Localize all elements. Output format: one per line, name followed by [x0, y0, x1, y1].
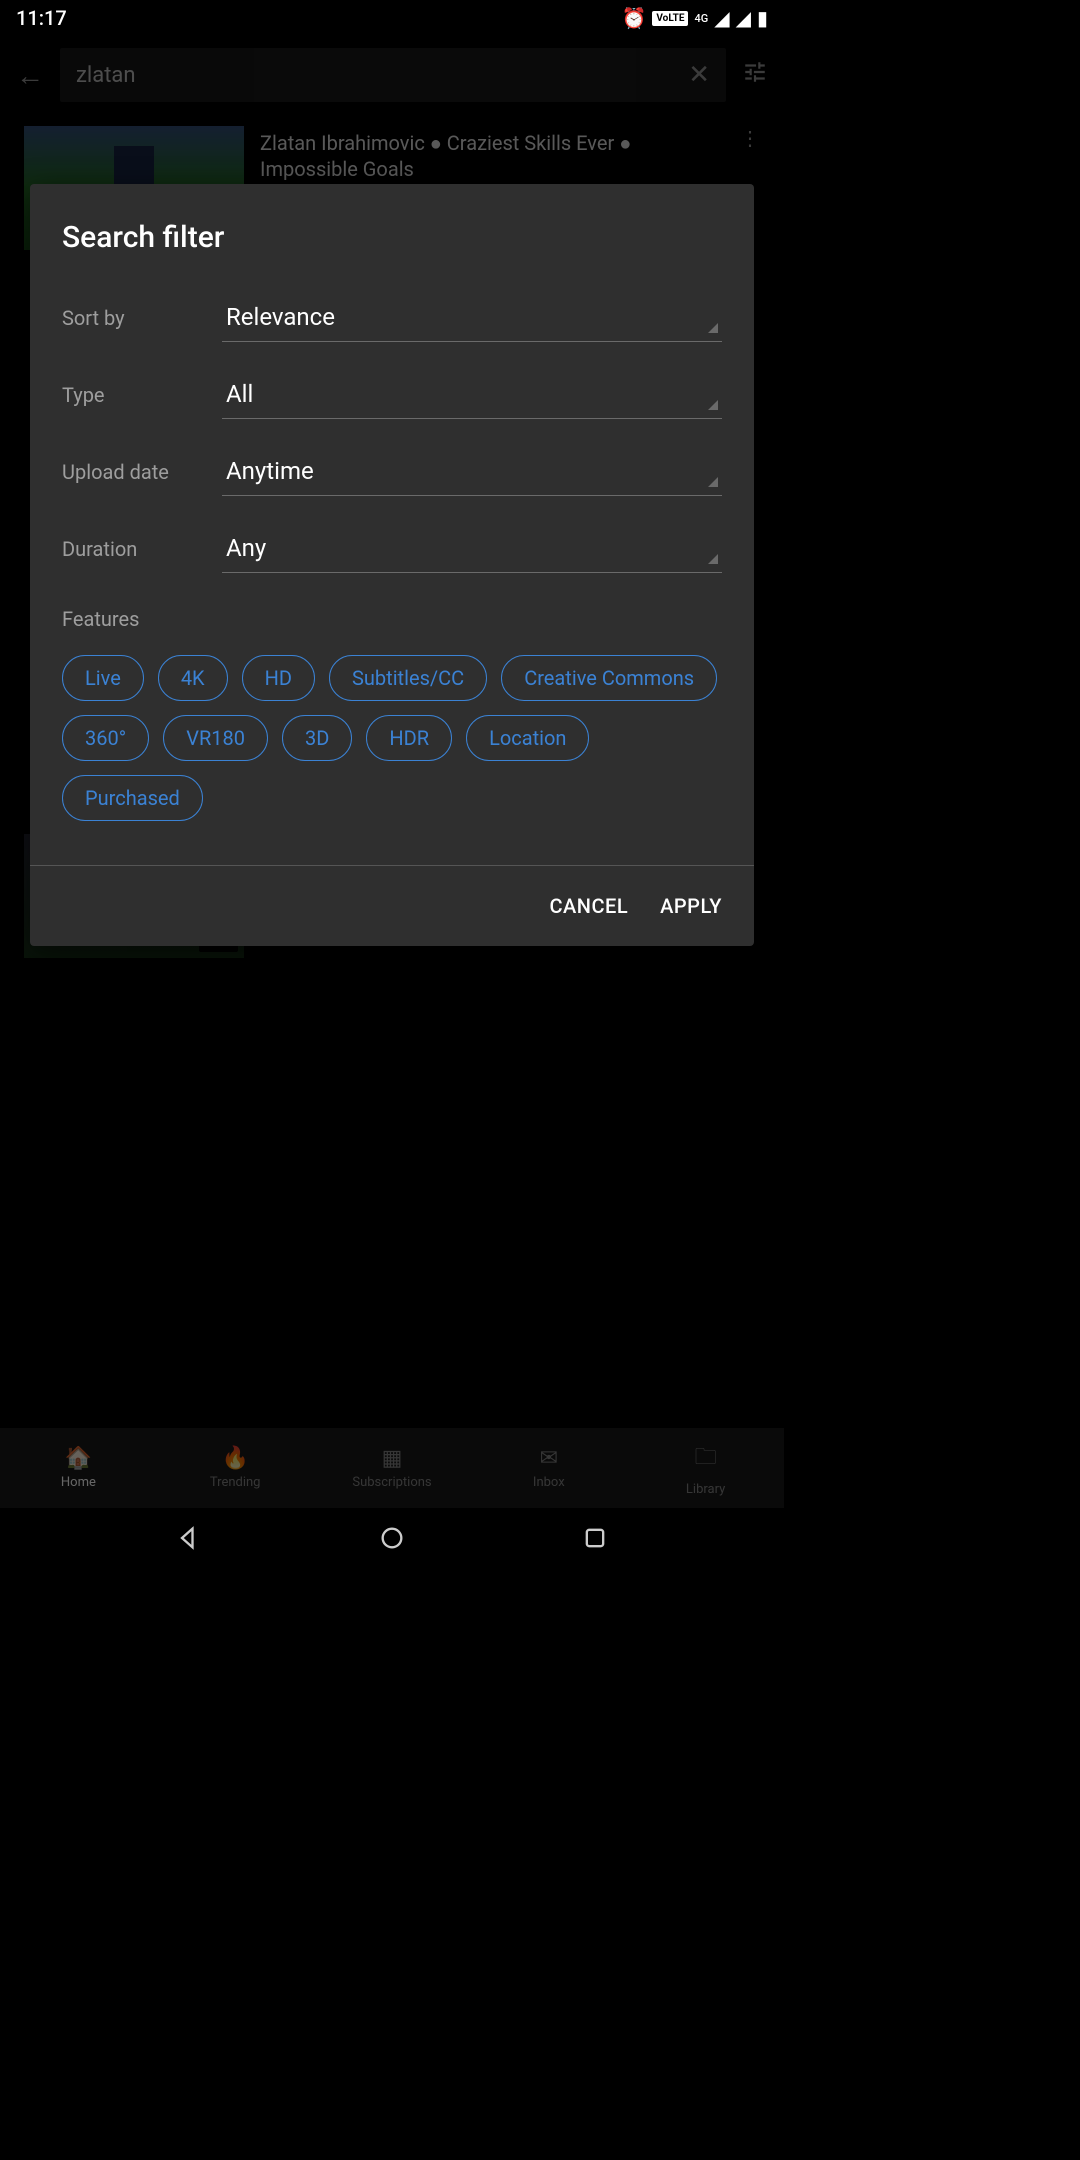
duration-dropdown[interactable]: Any [222, 524, 722, 573]
type-dropdown[interactable]: All [222, 370, 722, 419]
clock-time: 11:17 [16, 6, 67, 30]
filter-tune-icon[interactable] [742, 59, 768, 91]
alarm-icon: ⏰ [621, 6, 646, 30]
subscriptions-icon: ▦ [382, 1446, 403, 1471]
upload-value: Anytime [226, 457, 314, 485]
filter-row-upload: Upload date Anytime [30, 433, 754, 510]
chip-hdr[interactable]: HDR [366, 715, 452, 761]
status-icons: ⏰ VoLTE 4G ◢ ◢ ▮ [621, 6, 768, 30]
back-icon[interactable]: ← [16, 59, 44, 92]
trending-icon: 🔥 [221, 1446, 248, 1471]
video-title: Zlatan Ibrahimovic ● Craziest Skills Eve… [260, 130, 724, 182]
sort-value: Relevance [226, 303, 335, 331]
nav-home[interactable]: 🏠 Home [0, 1428, 157, 1508]
signal-icon: ◢ [714, 6, 729, 30]
nav-trending[interactable]: 🔥 Trending [157, 1428, 314, 1508]
chip-360[interactable]: 360° [62, 715, 149, 761]
sys-recent-icon[interactable] [581, 1524, 609, 1552]
sort-label: Sort by [62, 306, 222, 330]
duration-value: Any [226, 534, 266, 562]
sys-home-icon[interactable] [378, 1524, 406, 1552]
search-filter-dialog: Search filter Sort by Relevance Type All… [30, 184, 754, 946]
chip-creative-commons[interactable]: Creative Commons [501, 655, 717, 701]
dialog-title: Search filter [30, 220, 754, 279]
filter-row-type: Type All [30, 356, 754, 433]
type-label: Type [62, 383, 222, 407]
home-icon: 🏠 [65, 1446, 92, 1471]
signal-icon-2: ◢ [736, 6, 751, 30]
features-section: Features Live 4K HD Subtitles/CC Creativ… [30, 587, 754, 845]
chip-3d[interactable]: 3D [282, 715, 352, 761]
chip-vr180[interactable]: VR180 [163, 715, 268, 761]
clear-icon[interactable]: ✕ [688, 60, 710, 90]
network-label: 4G [694, 12, 708, 25]
features-label: Features [62, 607, 722, 631]
sort-dropdown[interactable]: Relevance [222, 293, 722, 342]
dialog-actions: CANCEL APPLY [30, 866, 754, 946]
chip-4k[interactable]: 4K [158, 655, 228, 701]
type-value: All [226, 380, 253, 408]
nav-subscriptions[interactable]: ▦ Subscriptions [314, 1428, 471, 1508]
chip-purchased[interactable]: Purchased [62, 775, 203, 821]
filter-row-sort: Sort by Relevance [30, 279, 754, 356]
volte-badge: VoLTE [652, 11, 688, 26]
sys-back-icon[interactable] [175, 1524, 203, 1552]
upload-label: Upload date [62, 460, 222, 484]
apply-button[interactable]: APPLY [660, 894, 722, 918]
search-query: zlatan [76, 63, 136, 88]
filter-row-duration: Duration Any [30, 510, 754, 587]
feature-chips: Live 4K HD Subtitles/CC Creative Commons… [62, 655, 722, 821]
bottom-navigation: 🏠 Home 🔥 Trending ▦ Subscriptions ✉ Inbo… [0, 1428, 784, 1508]
status-bar: 11:17 ⏰ VoLTE 4G ◢ ◢ ▮ [0, 0, 784, 36]
chip-location[interactable]: Location [466, 715, 589, 761]
chevron-down-icon [708, 554, 718, 564]
system-navigation [0, 1508, 784, 1568]
chevron-down-icon [708, 323, 718, 333]
duration-label: Duration [62, 537, 222, 561]
chip-hd[interactable]: HD [242, 655, 315, 701]
search-header: ← zlatan ✕ [0, 36, 784, 114]
chip-subtitles[interactable]: Subtitles/CC [329, 655, 487, 701]
chevron-down-icon [708, 400, 718, 410]
chip-live[interactable]: Live [62, 655, 144, 701]
battery-icon: ▮ [757, 6, 768, 30]
upload-dropdown[interactable]: Anytime [222, 447, 722, 496]
nav-inbox[interactable]: ✉ Inbox [470, 1428, 627, 1508]
cancel-button[interactable]: CANCEL [549, 894, 628, 918]
inbox-icon: ✉ [540, 1446, 558, 1471]
chevron-down-icon [708, 477, 718, 487]
nav-library[interactable]: 🗀 Library [627, 1428, 784, 1508]
search-input[interactable]: zlatan ✕ [60, 48, 726, 102]
library-icon: 🗀 [695, 1440, 717, 1478]
